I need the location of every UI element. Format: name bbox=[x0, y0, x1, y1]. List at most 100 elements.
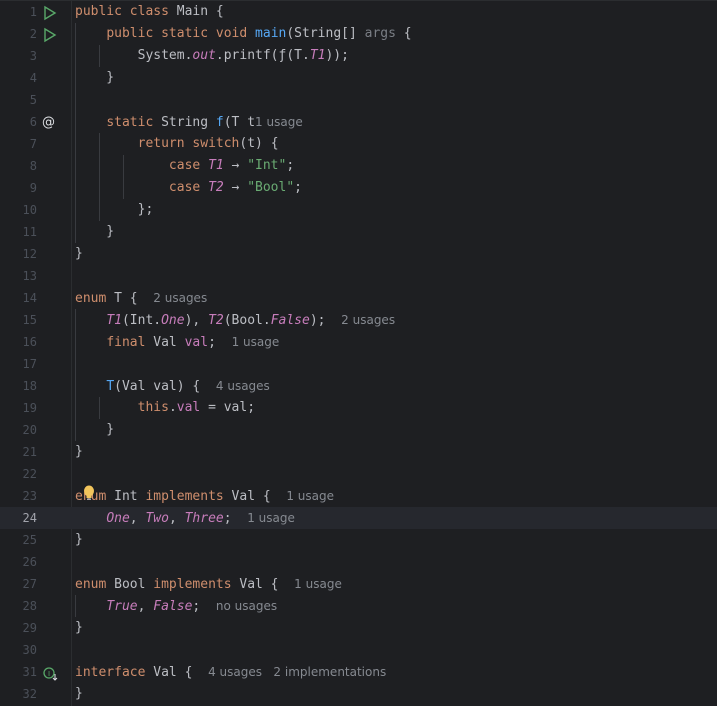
code-line[interactable]: 30 bbox=[0, 639, 717, 661]
code-line[interactable]: 27 enum Bool implements Val { 1 usage bbox=[0, 573, 717, 595]
code-line[interactable]: 12} bbox=[0, 243, 717, 265]
code-line[interactable]: 19 this.val = val; bbox=[0, 397, 717, 419]
code-text[interactable]: enum Bool implements Val { 1 usage bbox=[75, 573, 342, 596]
code-line[interactable]: 24 One, Two, Three; 1 usage bbox=[0, 507, 717, 529]
code-line[interactable]: 11 } bbox=[0, 221, 717, 243]
code-text[interactable]: } bbox=[75, 221, 114, 243]
code-token: f bbox=[215, 115, 224, 130]
code-line[interactable]: 16 final Val val; 1 usage bbox=[0, 331, 717, 353]
code-text[interactable]: } bbox=[75, 419, 114, 441]
code-token: → bbox=[223, 180, 248, 195]
run-icon[interactable] bbox=[42, 24, 58, 46]
svg-text:I: I bbox=[48, 670, 50, 678]
code-token: ; bbox=[223, 511, 248, 526]
code-line[interactable]: 29} bbox=[0, 617, 717, 639]
code-text[interactable]: } bbox=[75, 683, 83, 705]
code-text[interactable]: static String f(T t1 usage bbox=[75, 111, 303, 134]
code-line[interactable]: 21} bbox=[0, 441, 717, 463]
code-line[interactable]: 4 } bbox=[0, 67, 717, 89]
code-text[interactable]: case T1 → "Int"; bbox=[75, 155, 294, 177]
code-line[interactable]: 14 enum T { 2 usages bbox=[0, 287, 717, 309]
code-token: Main { bbox=[176, 4, 224, 19]
code-line[interactable]: 25} bbox=[0, 529, 717, 551]
line-number: 21 bbox=[22, 445, 37, 459]
inlay-hint[interactable]: 1 usage bbox=[255, 115, 303, 129]
code-line[interactable]: 9 case T2 → "Bool"; bbox=[0, 177, 717, 199]
code-text[interactable]: case T2 → "Bool"; bbox=[75, 177, 302, 199]
code-text[interactable]: True, False; no usages bbox=[75, 595, 277, 618]
run-icon[interactable] bbox=[42, 2, 58, 24]
inlay-hint[interactable]: 2 usages bbox=[153, 291, 207, 305]
lightbulb-icon[interactable] bbox=[83, 485, 95, 501]
code-text[interactable]: } bbox=[75, 243, 83, 265]
code-line[interactable]: 6 static String f(T t1 usage bbox=[0, 111, 717, 133]
code-line[interactable]: 7 return switch(t) { bbox=[0, 133, 717, 155]
code-line[interactable]: 31 interface Val { 4 usages 2 implementat… bbox=[0, 661, 717, 683]
code-token: Two bbox=[145, 511, 169, 526]
implemented-icon[interactable]: I bbox=[42, 662, 58, 684]
code-token: ; bbox=[192, 599, 216, 614]
code-line[interactable]: 26 bbox=[0, 551, 717, 573]
code-line[interactable]: 22 bbox=[0, 463, 717, 485]
code-line[interactable]: 10 }; bbox=[0, 199, 717, 221]
code-text[interactable]: enum T { 2 usages bbox=[75, 287, 207, 310]
code-text[interactable]: enum Int implements Val { 1 usage bbox=[75, 485, 334, 508]
code-text[interactable]: T(Val val) { 4 usages bbox=[75, 375, 270, 398]
inlay-hint[interactable]: 4 usages 2 implementations bbox=[208, 665, 386, 679]
code-token: switch bbox=[192, 136, 240, 151]
code-token: return bbox=[137, 136, 193, 151]
code-line[interactable]: 15 T1(Int.One), T2(Bool.False); 2 usages bbox=[0, 309, 717, 331]
inlay-hint[interactable]: 2 usages bbox=[341, 313, 395, 327]
code-text[interactable]: public static void main(String[] args { bbox=[75, 23, 411, 45]
code-text[interactable]: } bbox=[75, 67, 114, 89]
inlay-hint[interactable]: 1 usage bbox=[294, 577, 342, 591]
code-token: Bool bbox=[114, 577, 154, 592]
code-token: Val { bbox=[153, 665, 209, 680]
code-text[interactable]: T1(Int.One), T2(Bool.False); 2 usages bbox=[75, 309, 395, 332]
inlay-hint[interactable]: no usages bbox=[216, 599, 277, 613]
line-number: 18 bbox=[22, 379, 37, 393]
inlay-hint[interactable]: 4 usages bbox=[216, 379, 270, 393]
code-token: } bbox=[75, 224, 115, 239]
inlay-hint[interactable]: 1 usage bbox=[232, 335, 280, 349]
code-line[interactable]: 18 T(Val val) { 4 usages bbox=[0, 375, 717, 397]
code-line[interactable]: 1 public class Main { bbox=[0, 1, 717, 23]
code-text[interactable]: One, Two, Three; 1 usage bbox=[75, 507, 295, 530]
code-line[interactable]: 23 enum Int implements Val { 1 usage bbox=[0, 485, 717, 507]
code-line[interactable]: 13 bbox=[0, 265, 717, 287]
code-text[interactable]: public class Main { bbox=[75, 1, 224, 23]
code-line[interactable]: 17 bbox=[0, 353, 717, 375]
code-text[interactable]: this.val = val; bbox=[75, 397, 255, 419]
code-text[interactable]: } bbox=[75, 441, 83, 463]
code-text[interactable]: interface Val { 4 usages 2 implementatio… bbox=[75, 661, 386, 684]
code-line[interactable]: 3 System.out.printf(ƒ(T.T1)); bbox=[0, 45, 717, 67]
code-text[interactable]: final Val val; 1 usage bbox=[75, 331, 279, 354]
code-line[interactable]: 2 public static void main(String[] args … bbox=[0, 23, 717, 45]
code-text[interactable]: System.out.printf(ƒ(T.T1)); bbox=[75, 45, 349, 67]
code-token: T1 bbox=[309, 48, 326, 63]
inlay-hint[interactable]: 1 usage bbox=[286, 489, 334, 503]
code-line[interactable]: 28 True, False; no usages bbox=[0, 595, 717, 617]
code-text[interactable]: return switch(t) { bbox=[75, 133, 279, 155]
code-line[interactable]: 20 } bbox=[0, 419, 717, 441]
line-number: 22 bbox=[22, 467, 37, 481]
code-token: public bbox=[75, 4, 130, 19]
code-line[interactable]: 8 case T1 → "Int"; bbox=[0, 155, 717, 177]
code-token: (t) { bbox=[239, 136, 279, 151]
at-icon[interactable]: @ bbox=[42, 112, 58, 134]
inlay-hint[interactable]: 1 usage bbox=[247, 511, 295, 525]
code-text[interactable]: } bbox=[75, 617, 83, 639]
code-editor[interactable]: 1 public class Main {2 public static void… bbox=[0, 1, 717, 706]
line-number: 8 bbox=[29, 159, 37, 173]
code-token: }; bbox=[75, 202, 154, 217]
code-text[interactable]: } bbox=[75, 529, 83, 551]
code-line[interactable]: 5 bbox=[0, 89, 717, 111]
code-line[interactable]: 32} bbox=[0, 683, 717, 705]
code-token: interface bbox=[75, 665, 154, 680]
code-text[interactable]: }; bbox=[75, 199, 154, 221]
code-token: "Int" bbox=[247, 158, 287, 173]
line-number: 15 bbox=[22, 313, 37, 327]
